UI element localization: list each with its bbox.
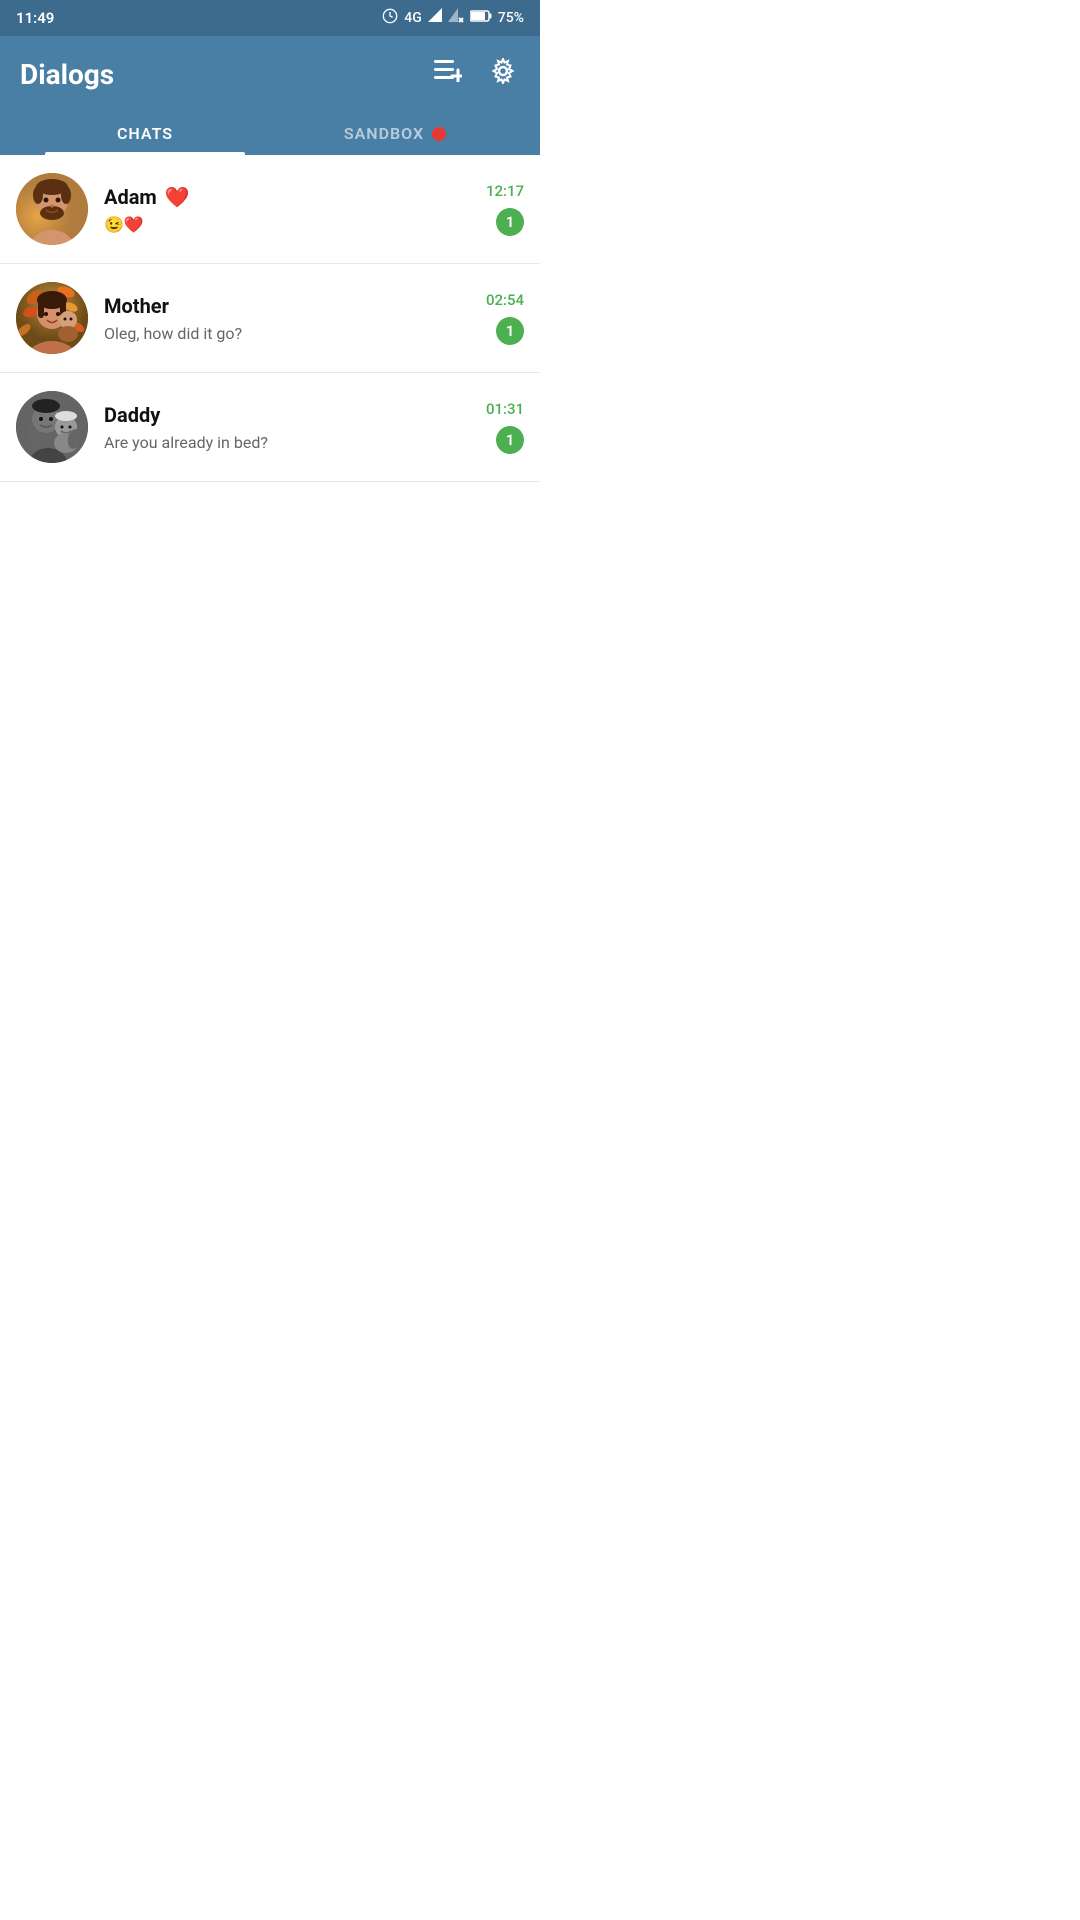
chat-meta-mother: 02:54 1 — [486, 291, 524, 345]
chat-name-mother: Mother — [104, 294, 169, 318]
sandbox-notification-dot — [432, 127, 446, 141]
signal-x-icon — [448, 8, 464, 28]
battery-percent: 75% — [498, 10, 524, 26]
page-title: Dialogs — [20, 58, 114, 91]
chat-preview-daddy: Are you already in bed? — [104, 433, 474, 452]
chat-list: Adam ❤️ 😉❤️ 12:17 1 — [0, 155, 540, 482]
clock-icon — [382, 8, 398, 28]
chat-name-emoji-adam: ❤️ — [165, 185, 190, 209]
chat-content-daddy: Daddy Are you already in bed? — [104, 403, 474, 452]
tab-sandbox[interactable]: SANDBOX — [270, 112, 520, 155]
chat-item-mother[interactable]: Mother Oleg, how did it go? 02:54 1 — [0, 264, 540, 373]
tab-sandbox-label: SANDBOX — [344, 124, 424, 143]
chat-meta-adam: 12:17 1 — [486, 182, 524, 236]
chat-meta-daddy: 01:31 1 — [486, 400, 524, 454]
chat-item-adam[interactable]: Adam ❤️ 😉❤️ 12:17 1 — [0, 155, 540, 264]
chat-preview-adam: 😉❤️ — [104, 215, 474, 234]
chat-name-row-mother: Mother — [104, 294, 474, 318]
unread-badge-adam: 1 — [496, 208, 524, 236]
avatar-daddy — [16, 391, 88, 463]
chat-name-daddy: Daddy — [104, 403, 160, 427]
battery-icon — [470, 9, 492, 27]
signal-icon — [428, 8, 442, 28]
status-icons: 4G 75% — [382, 8, 524, 28]
unread-badge-mother: 1 — [496, 317, 524, 345]
tab-chats[interactable]: CHATS — [20, 112, 270, 155]
unread-badge-daddy: 1 — [496, 426, 524, 454]
chat-name-adam: Adam — [104, 185, 157, 209]
chat-name-row-adam: Adam ❤️ — [104, 185, 474, 209]
chat-time-daddy: 01:31 — [486, 400, 524, 418]
settings-button[interactable] — [486, 54, 520, 94]
header-actions — [430, 54, 520, 94]
status-bar: 11:49 4G — [0, 0, 540, 36]
header: Dialogs CHATS — [0, 36, 540, 155]
chat-content-adam: Adam ❤️ 😉❤️ — [104, 185, 474, 234]
tabs-container: CHATS SANDBOX — [20, 112, 520, 155]
avatar-adam — [16, 173, 88, 245]
network-label: 4G — [404, 10, 422, 26]
add-chat-button[interactable] — [430, 56, 466, 92]
chat-preview-mother: Oleg, how did it go? — [104, 324, 474, 343]
chat-time-adam: 12:17 — [486, 182, 524, 200]
status-time: 11:49 — [16, 9, 54, 27]
avatar-mother — [16, 282, 88, 354]
header-top: Dialogs — [20, 54, 520, 94]
chat-content-mother: Mother Oleg, how did it go? — [104, 294, 474, 343]
chat-item-daddy[interactable]: Daddy Are you already in bed? 01:31 1 — [0, 373, 540, 482]
chat-name-row-daddy: Daddy — [104, 403, 474, 427]
chat-time-mother: 02:54 — [486, 291, 524, 309]
